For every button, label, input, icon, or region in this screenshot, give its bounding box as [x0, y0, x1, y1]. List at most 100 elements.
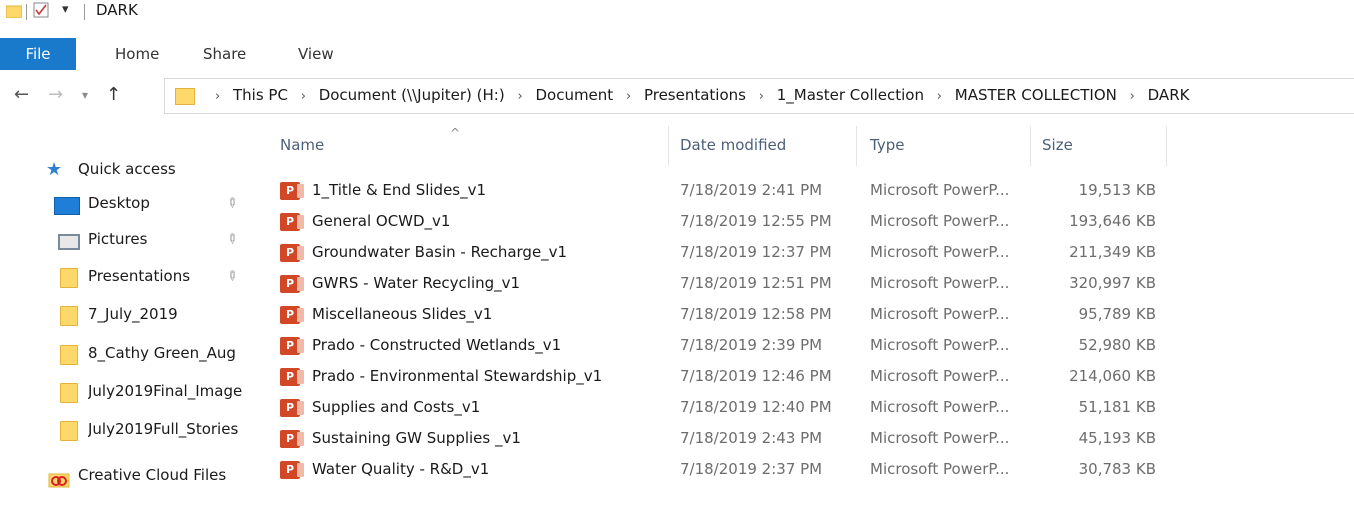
breadcrumb-master-collection[interactable]: MASTER COLLECTION [955, 86, 1117, 104]
column-divider[interactable] [856, 126, 857, 166]
sidebar-item-creative-cloud-files[interactable]: Creative Cloud Files [0, 462, 260, 492]
powerpoint-file-icon: P [280, 461, 304, 479]
divider [26, 4, 27, 20]
breadcrumb-dark[interactable]: DARK [1148, 86, 1190, 104]
folder-icon [60, 345, 78, 365]
sidebar-item-quick-access[interactable]: ★ Quick access [0, 156, 260, 186]
file-date-modified: 7/18/2019 12:40 PM [680, 398, 832, 416]
ribbon-tabs: File Home Share View [0, 38, 1354, 70]
sidebar-item-7-july-2019[interactable]: 7_July_2019 [0, 301, 260, 331]
file-type: Microsoft PowerP... [870, 181, 1010, 199]
sidebar-item-label: Presentations [88, 267, 191, 285]
sidebar-item-july2019final-image[interactable]: July2019Final_Image [0, 378, 260, 408]
sidebar-item-label: July2019Final_Image [88, 382, 243, 400]
file-date-modified: 7/18/2019 2:37 PM [680, 460, 823, 478]
sidebar-item-pictures[interactable]: Pictures ✎ [0, 226, 260, 256]
tab-home[interactable]: Home [115, 38, 159, 70]
file-row[interactable]: P General OCWD_v1 7/18/2019 12:55 PM Mic… [270, 207, 1170, 238]
file-size: 30,783 KB [1078, 460, 1156, 478]
sidebar-item-presentations[interactable]: Presentations ✎ [0, 263, 260, 293]
navigation-pane: ★ Quick access Desktop ✎ Pictures ✎ Pres… [0, 150, 260, 506]
sidebar-item-july2019full-stories[interactable]: July2019Full_Stories [0, 416, 260, 446]
file-size: 19,513 KB [1078, 181, 1156, 199]
folder-icon [60, 268, 78, 288]
column-divider[interactable] [668, 126, 669, 166]
tab-view[interactable]: View [298, 38, 334, 70]
column-headers: ^ Name Date modified Type Size [270, 126, 1170, 168]
folder-icon [60, 306, 78, 326]
breadcrumb-separator-icon[interactable]: › [759, 89, 764, 104]
column-header-date-modified[interactable]: Date modified [680, 136, 786, 154]
file-type: Microsoft PowerP... [870, 336, 1010, 354]
file-row[interactable]: P Water Quality - R&D_v1 7/18/2019 2:37 … [270, 455, 1170, 486]
file-type: Microsoft PowerP... [870, 460, 1010, 478]
breadcrumb-presentations[interactable]: Presentations [644, 86, 746, 104]
powerpoint-file-icon: P [280, 182, 304, 200]
file-name: Miscellaneous Slides_v1 [312, 305, 493, 323]
column-header-size[interactable]: Size [1042, 136, 1073, 154]
back-arrow-icon[interactable]: ← [14, 84, 29, 105]
sidebar-item-label: 7_July_2019 [88, 305, 178, 323]
up-arrow-icon[interactable]: ↑ [106, 84, 121, 105]
column-header-type[interactable]: Type [870, 136, 904, 154]
breadcrumb-this-pc[interactable]: This PC [233, 86, 288, 104]
breadcrumb-separator-icon[interactable]: › [215, 89, 220, 104]
file-size: 211,349 KB [1069, 243, 1156, 261]
tab-share[interactable]: Share [203, 38, 246, 70]
file-size: 320,997 KB [1069, 274, 1156, 292]
tab-file[interactable]: File [0, 38, 76, 70]
file-date-modified: 7/18/2019 2:43 PM [680, 429, 823, 447]
recent-locations-dropdown-icon[interactable]: ▾ [82, 88, 88, 102]
pin-icon[interactable]: ✎ [222, 230, 240, 248]
breadcrumb-separator-icon[interactable]: › [1130, 89, 1135, 104]
file-row[interactable]: P Sustaining GW Supplies _v1 7/18/2019 2… [270, 424, 1170, 455]
breadcrumb-document[interactable]: Document [535, 86, 613, 104]
sidebar-item-8-cathy-green-aug[interactable]: 8_Cathy Green_Aug [0, 340, 260, 370]
file-row[interactable]: P Groundwater Basin - Recharge_v1 7/18/2… [270, 238, 1170, 269]
forward-arrow-icon[interactable]: → [48, 84, 63, 105]
file-name: Supplies and Costs_v1 [312, 398, 481, 416]
file-date-modified: 7/18/2019 12:46 PM [680, 367, 832, 385]
file-type: Microsoft PowerP... [870, 398, 1010, 416]
file-name: Prado - Constructed Wetlands_v1 [312, 336, 562, 354]
pin-icon[interactable]: ✎ [222, 267, 240, 285]
file-date-modified: 7/18/2019 12:51 PM [680, 274, 832, 292]
file-size: 95,789 KB [1078, 305, 1156, 323]
quick-access-toolbar-dropdown-icon[interactable]: ▾ [62, 2, 69, 17]
breadcrumb-separator-icon[interactable]: › [301, 89, 306, 104]
column-header-name[interactable]: Name [280, 136, 324, 154]
pictures-icon [58, 234, 80, 250]
file-name: Sustaining GW Supplies _v1 [312, 429, 521, 447]
file-date-modified: 7/18/2019 12:58 PM [680, 305, 832, 323]
address-bar[interactable]: › This PC › Document (\\Jupiter) (H:) › … [164, 78, 1354, 114]
breadcrumb-master-collection-1[interactable]: 1_Master Collection [777, 86, 924, 104]
column-divider[interactable] [1030, 126, 1031, 166]
sidebar-item-label: 8_Cathy Green_Aug [88, 344, 236, 362]
column-divider[interactable] [1166, 126, 1167, 166]
properties-checkbox-icon[interactable] [33, 2, 49, 18]
file-date-modified: 7/18/2019 2:39 PM [680, 336, 823, 354]
file-size: 214,060 KB [1069, 367, 1156, 385]
title-bar: ▾ DARK [0, 0, 1354, 32]
file-size: 193,646 KB [1069, 212, 1156, 230]
breadcrumb-document-drive[interactable]: Document (\\Jupiter) (H:) [319, 86, 505, 104]
file-type: Microsoft PowerP... [870, 429, 1010, 447]
file-row[interactable]: P Prado - Environmental Stewardship_v1 7… [270, 362, 1170, 393]
sort-ascending-icon: ^ [450, 126, 461, 140]
file-row[interactable]: P Supplies and Costs_v1 7/18/2019 12:40 … [270, 393, 1170, 424]
file-row[interactable]: P Prado - Constructed Wetlands_v1 7/18/2… [270, 331, 1170, 362]
breadcrumb-separator-icon[interactable]: › [626, 89, 631, 104]
file-row[interactable]: P 1_Title & End Slides_v1 7/18/2019 2:41… [270, 176, 1170, 207]
breadcrumb-separator-icon[interactable]: › [937, 89, 942, 104]
sidebar-item-label: Desktop [88, 194, 150, 212]
breadcrumb-separator-icon[interactable]: › [517, 89, 522, 104]
file-size: 45,193 KB [1078, 429, 1156, 447]
sidebar-item-label: Creative Cloud Files [78, 466, 227, 484]
folder-icon [60, 383, 78, 403]
file-row[interactable]: P Miscellaneous Slides_v1 7/18/2019 12:5… [270, 300, 1170, 331]
sidebar-item-desktop[interactable]: Desktop ✎ [0, 190, 260, 220]
file-row[interactable]: P GWRS - Water Recycling_v1 7/18/2019 12… [270, 269, 1170, 300]
pin-icon[interactable]: ✎ [222, 194, 240, 212]
file-name: 1_Title & End Slides_v1 [312, 181, 487, 199]
powerpoint-file-icon: P [280, 399, 304, 417]
